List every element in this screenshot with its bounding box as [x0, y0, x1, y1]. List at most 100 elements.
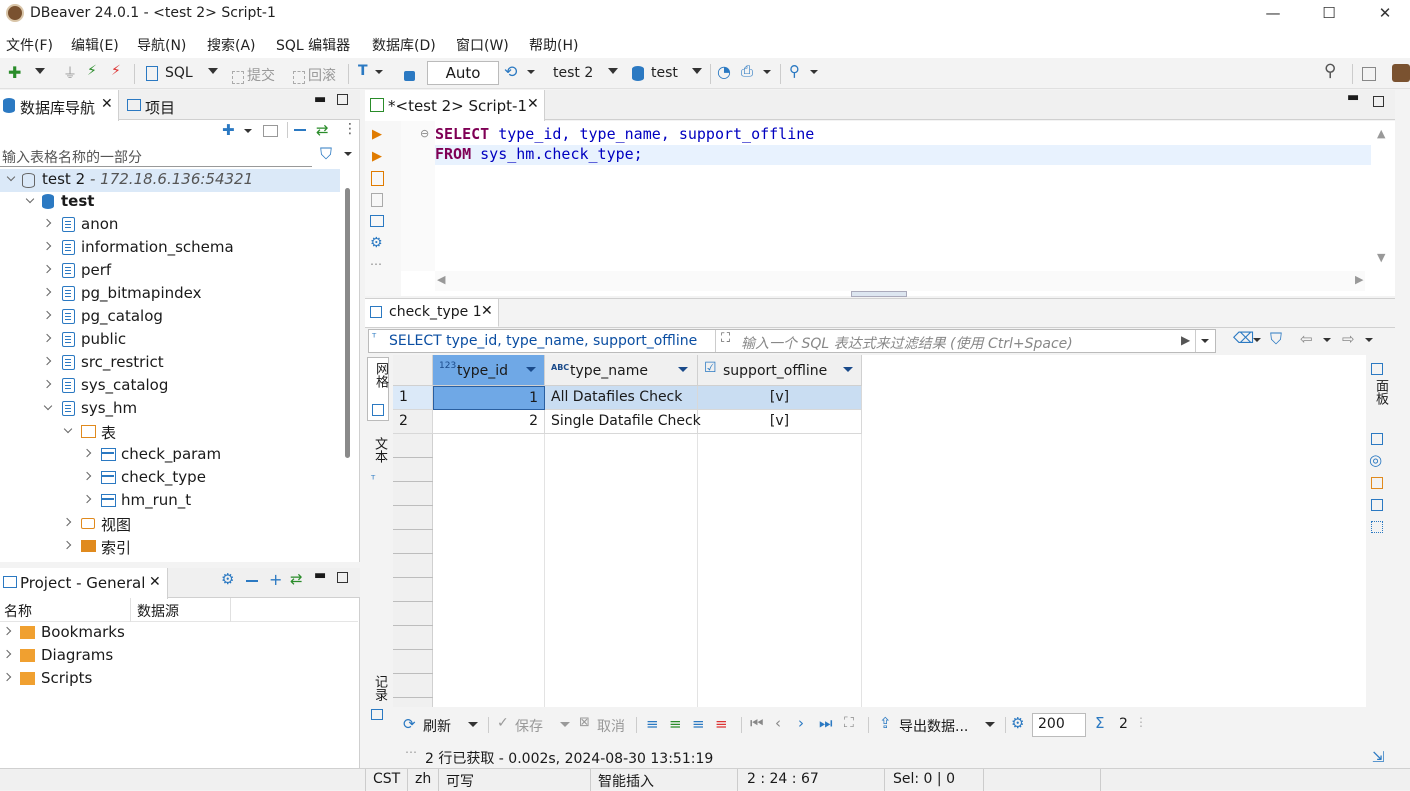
- scrollbar-thumb[interactable]: [345, 188, 350, 458]
- row-number-cell[interactable]: 2: [393, 410, 433, 434]
- navigator-filter-input[interactable]: 输入表格名称的一部分: [0, 144, 312, 167]
- new-connection-icon[interactable]: ✚: [8, 63, 24, 82]
- chevron-down-icon[interactable]: [527, 70, 535, 74]
- maximize-button[interactable]: ☐: [1304, 0, 1354, 28]
- cell-type-id[interactable]: 2: [433, 410, 545, 434]
- tree-item-table[interactable]: check_type: [0, 467, 340, 490]
- cancel-icon[interactable]: ⊠: [579, 715, 590, 730]
- layout-icon[interactable]: [1371, 499, 1383, 511]
- tree-item-schema-expanded[interactable]: sys_hm: [0, 398, 340, 421]
- cell-support-offline[interactable]: [v]: [698, 410, 862, 434]
- tree-item-table[interactable]: check_param: [0, 444, 340, 467]
- menu-edit[interactable]: 编辑(E): [71, 35, 119, 55]
- layout-grid-icon[interactable]: [1371, 521, 1383, 533]
- delete-row-icon[interactable]: ≡: [715, 715, 728, 733]
- close-icon[interactable]: ✕: [527, 96, 539, 112]
- project-item-diagrams[interactable]: Diagrams: [0, 645, 358, 668]
- gear-icon[interactable]: ⚙: [221, 570, 234, 588]
- first-page-icon[interactable]: ⏮: [750, 714, 764, 732]
- tree-item-schema[interactable]: pg_bitmapindex: [0, 283, 340, 306]
- table-row[interactable]: 2 2 Single Datafile Check [v]: [393, 410, 1366, 434]
- menu-file[interactable]: 文件(F): [6, 35, 53, 55]
- schema-selector[interactable]: test: [651, 65, 678, 81]
- apply-filter-icon[interactable]: ▶: [1181, 333, 1190, 347]
- sort-dropdown-icon[interactable]: [843, 367, 853, 372]
- sql-button[interactable]: SQL: [165, 65, 193, 81]
- edit-row-icon[interactable]: ≡: [646, 715, 659, 733]
- minimize-panel-icon[interactable]: ▬: [1347, 90, 1359, 105]
- column-datasource-header[interactable]: 数据源: [137, 601, 179, 621]
- tree-item-views-folder[interactable]: 视图: [0, 513, 340, 536]
- tree-item-schema[interactable]: anon: [0, 214, 340, 237]
- chevron-down-icon[interactable]: [608, 68, 618, 74]
- last-page-icon[interactable]: ⏭: [819, 714, 833, 732]
- scroll-up-icon[interactable]: ▲: [1377, 127, 1385, 140]
- scroll-left-icon[interactable]: ◀: [437, 273, 445, 286]
- datasource-selector[interactable]: test 2: [553, 65, 593, 81]
- close-button[interactable]: ✕: [1360, 0, 1410, 28]
- column-header[interactable]: ☑ support_offline: [698, 355, 862, 386]
- add-row-icon[interactable]: ≡: [669, 715, 682, 733]
- filter-icon[interactable]: ⛉: [320, 144, 332, 164]
- chevron-down-icon[interactable]: [763, 70, 771, 74]
- tab-projects[interactable]: 项目: [124, 90, 204, 120]
- column-name-header[interactable]: 名称: [4, 601, 32, 621]
- lock-icon[interactable]: [404, 71, 415, 81]
- tab-database-navigator[interactable]: 数据库导航 ✕: [0, 90, 119, 121]
- tree-item-table[interactable]: hm_run_t: [0, 490, 340, 513]
- menu-sql-editor[interactable]: SQL 编辑器: [276, 35, 350, 55]
- chevron-down-icon[interactable]: [468, 722, 478, 727]
- forward-icon[interactable]: ⇨: [1342, 330, 1355, 348]
- fold-icon[interactable]: ⊖: [420, 127, 429, 140]
- refresh-button[interactable]: 刷新: [423, 716, 451, 736]
- execute-script-icon[interactable]: ▶: [372, 149, 382, 164]
- new-folder-icon[interactable]: [263, 125, 278, 137]
- plug-icon[interactable]: ⏚: [63, 63, 79, 82]
- collapse-all-icon[interactable]: [294, 129, 306, 131]
- tree-item-schema[interactable]: src_restrict: [0, 352, 340, 375]
- menu-search[interactable]: 搜索(A): [207, 35, 256, 55]
- close-icon[interactable]: ✕: [149, 574, 161, 590]
- new-connection-icon[interactable]: ✚: [222, 121, 235, 139]
- scroll-down-icon[interactable]: ▼: [1377, 251, 1385, 264]
- dashboard-icon[interactable]: ◔: [717, 62, 733, 81]
- gear-icon[interactable]: ⚙: [1011, 714, 1024, 732]
- disconnect-icon[interactable]: ⚡: [111, 63, 127, 79]
- toggle-panel-icon[interactable]: ⇲: [1372, 748, 1385, 766]
- tree-item-connection[interactable]: test 2 - 172.18.6.136:54321: [0, 169, 340, 192]
- panel-splitter-handle[interactable]: [851, 291, 907, 297]
- commit-button[interactable]: 提交: [232, 65, 275, 85]
- panels-toggle[interactable]: 面板: [1368, 363, 1390, 413]
- execute-statement-icon[interactable]: ▶: [372, 127, 382, 142]
- row-number-header[interactable]: [393, 355, 433, 386]
- terminal-icon[interactable]: [370, 215, 384, 227]
- collapse-all-icon[interactable]: [246, 580, 258, 582]
- row-count-icon[interactable]: Σ: [1095, 714, 1104, 732]
- expand-filter-icon[interactable]: ⛶: [721, 331, 730, 346]
- palette-icon[interactable]: ◎: [1369, 451, 1382, 469]
- tree-item-schema[interactable]: information_schema: [0, 237, 340, 260]
- next-page-icon[interactable]: ›: [798, 714, 804, 732]
- minimize-panel-icon[interactable]: ▬: [314, 568, 326, 583]
- chevron-down-icon[interactable]: [810, 70, 818, 74]
- save-button[interactable]: 保存: [515, 716, 543, 736]
- sql-editor[interactable]: ▶ ▶ ⚙ ⋯ ⊖ SELECT type_id, type_name, sup…: [365, 121, 1395, 297]
- refresh-icon[interactable]: ⟳: [403, 715, 416, 733]
- connect-icon[interactable]: ⚡: [87, 63, 103, 79]
- menu-navigate[interactable]: 导航(N): [137, 35, 186, 55]
- search-icon[interactable]: ⚲: [789, 62, 805, 80]
- row-number-cell[interactable]: 1: [393, 386, 433, 410]
- chevron-down-icon[interactable]: [375, 70, 383, 74]
- copy-row-icon[interactable]: ≡: [692, 715, 705, 733]
- chevron-down-icon[interactable]: [208, 68, 218, 74]
- maximize-panel-icon[interactable]: [337, 94, 348, 105]
- project-item-scripts[interactable]: Scripts: [0, 668, 358, 691]
- tree-item-schema[interactable]: public: [0, 329, 340, 352]
- tab-results[interactable]: check_type 1 ✕: [365, 299, 499, 327]
- sort-dropdown-icon[interactable]: [678, 367, 688, 372]
- chevron-down-icon[interactable]: [244, 129, 252, 133]
- cell-type-name[interactable]: All Datafiles Check: [545, 386, 698, 410]
- previous-page-icon[interactable]: ‹: [775, 714, 781, 732]
- chevron-down-icon[interactable]: [985, 722, 995, 727]
- tab-project-general[interactable]: Project - General ✕: [0, 568, 168, 599]
